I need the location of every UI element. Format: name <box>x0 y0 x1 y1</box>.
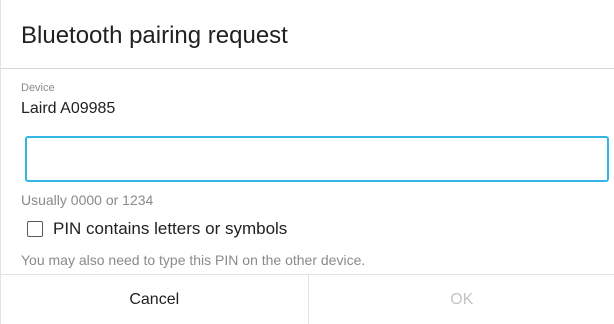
ok-button[interactable]: OK <box>308 275 614 324</box>
device-name: Laird A09985 <box>21 100 116 117</box>
pin-input[interactable] <box>25 136 609 182</box>
pin-note: You may also need to type this PIN on th… <box>21 252 366 268</box>
button-bar: Cancel OK <box>1 275 614 324</box>
pin-letters-checkbox-row[interactable]: PIN contains letters or symbols <box>27 219 287 239</box>
bluetooth-pairing-dialog: Bluetooth pairing request Device Laird A… <box>0 0 614 324</box>
title-divider <box>1 68 614 69</box>
pin-letters-checkbox[interactable] <box>27 221 43 237</box>
pin-letters-checkbox-label[interactable]: PIN contains letters or symbols <box>53 219 287 239</box>
device-label: Device <box>21 82 55 94</box>
dialog-title: Bluetooth pairing request <box>21 22 288 49</box>
cancel-button[interactable]: Cancel <box>1 275 309 324</box>
pin-hint: Usually 0000 or 1234 <box>21 192 154 208</box>
